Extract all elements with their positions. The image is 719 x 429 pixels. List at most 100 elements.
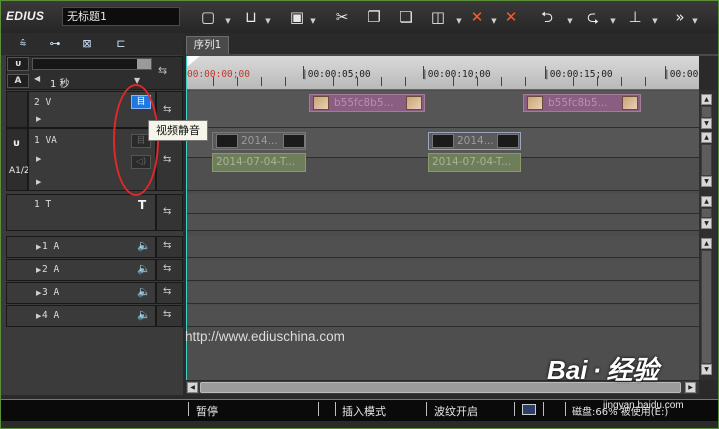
new-project-icon[interactable]: ▢: [197, 6, 219, 28]
save-dropdown[interactable]: ▼: [309, 16, 317, 26]
sync-icon[interactable]: ⇆: [163, 240, 171, 251]
clip-v2-1[interactable]: b55fc8b5...: [309, 94, 425, 112]
scrollbar-track[interactable]: [701, 106, 712, 118]
sync-icon[interactable]: ⇆: [163, 206, 171, 217]
expand-icon[interactable]: ▶: [36, 155, 41, 163]
delete-dropdown[interactable]: ▼: [490, 16, 498, 26]
group-icon[interactable]: ⊏: [108, 36, 134, 52]
zoom-slider-thumb[interactable]: [137, 59, 151, 69]
lane-a1[interactable]: [186, 236, 699, 258]
scroll-down-button[interactable]: ▼: [701, 176, 712, 187]
expand-icon[interactable]: ▶: [36, 115, 41, 123]
track-header-a4[interactable]: [6, 305, 156, 327]
track-header-a3[interactable]: [6, 282, 156, 304]
scroll-up-button[interactable]: ▲: [701, 132, 712, 143]
scrollbar-track[interactable]: [701, 250, 712, 364]
sync-icon[interactable]: ⇆: [158, 64, 167, 77]
audio-toggle-button[interactable]: A: [7, 74, 29, 88]
speaker-icon[interactable]: 🔈: [137, 285, 151, 298]
sync-icon[interactable]: ⇆: [163, 263, 171, 274]
lane-t1-sub[interactable]: [186, 214, 699, 231]
clip-v2-2[interactable]: b55fc8b5...: [523, 94, 641, 112]
more-dropdown[interactable]: ▼: [691, 16, 699, 26]
marker-icon[interactable]: ⊥: [624, 6, 646, 28]
sync-icon[interactable]: ⇆: [163, 309, 171, 320]
copy-icon[interactable]: ❐: [363, 6, 385, 28]
ripple-delete-icon[interactable]: ✕: [500, 6, 522, 28]
track-header-a2[interactable]: [6, 259, 156, 281]
status-insert-mode[interactable]: 插入模式: [342, 403, 386, 419]
track-name-va1: 1 VA: [34, 135, 57, 146]
lane-t1[interactable]: [186, 194, 699, 214]
open-icon[interactable]: ⊔: [240, 6, 262, 28]
scroll-left-button[interactable]: ◀: [187, 382, 198, 393]
lane-a3[interactable]: [186, 282, 699, 304]
scrollbar-track[interactable]: [701, 144, 712, 176]
clip-va1-audio-2[interactable]: 2014-07-04-T...: [428, 153, 521, 172]
new-project-dropdown[interactable]: ▼: [224, 16, 232, 26]
scroll-down-button[interactable]: ▼: [701, 218, 712, 229]
title-track-icon: T: [138, 198, 147, 212]
scrollbar-track[interactable]: [701, 208, 712, 218]
scale-left-icon[interactable]: ◀: [34, 74, 40, 83]
sync-icon[interactable]: ⇆: [163, 286, 171, 297]
redo-dropdown[interactable]: ▼: [609, 16, 617, 26]
speaker-icon[interactable]: 🔈: [137, 308, 151, 321]
timecode-label: |00:00:15;00: [544, 69, 613, 80]
redo-icon[interactable]: ⮎: [582, 6, 604, 28]
ruler-tick: [261, 77, 262, 86]
replace-dropdown[interactable]: ▼: [455, 16, 463, 26]
project-name-field[interactable]: 无标题1: [62, 7, 180, 26]
status-separator: [514, 402, 515, 416]
cut-icon[interactable]: ✂: [331, 6, 353, 28]
clip-va1-video-1[interactable]: 2014...: [212, 132, 306, 150]
expand-icon[interactable]: ▶: [36, 289, 41, 297]
scroll-down-button[interactable]: ▼: [701, 364, 712, 375]
sync-icon[interactable]: ⇆: [163, 154, 171, 165]
sync-icon[interactable]: ⇆: [163, 104, 171, 115]
zoom-slider[interactable]: [32, 58, 152, 70]
marker-dropdown[interactable]: ▼: [651, 16, 659, 26]
track-header-t1[interactable]: [6, 194, 156, 231]
ripple-icon[interactable]: ⊠: [74, 36, 100, 52]
speaker-icon[interactable]: 🔈: [137, 239, 151, 252]
audio-patch-label[interactable]: A1/2: [9, 166, 30, 176]
paste-icon[interactable]: ❏: [395, 6, 417, 28]
expand-audio-icon[interactable]: ▶: [36, 178, 41, 186]
scroll-down-button[interactable]: ▼: [701, 118, 712, 129]
clip-va1-audio-1[interactable]: 2014-07-04-T...: [212, 153, 306, 172]
tab-sequence1[interactable]: 序列1: [186, 36, 229, 55]
undo-dropdown[interactable]: ▼: [566, 16, 574, 26]
save-icon[interactable]: ▣: [286, 6, 308, 28]
scroll-up-button[interactable]: ▲: [701, 238, 712, 249]
replace-icon[interactable]: ◫: [427, 6, 449, 28]
track-name-a2: 2 A: [42, 264, 60, 275]
track-header-a1[interactable]: [6, 236, 156, 258]
speaker-icon[interactable]: 🔈: [137, 262, 151, 275]
scroll-up-button[interactable]: ▲: [701, 196, 712, 207]
add-track-icon[interactable]: ⩯: [10, 36, 36, 52]
expand-icon[interactable]: ▶: [36, 266, 41, 274]
undo-icon[interactable]: ⮌: [536, 6, 558, 28]
mixer-toggle-button[interactable]: ᴜ: [7, 57, 29, 71]
clip-label: 2014...: [457, 135, 494, 147]
monitor-icon[interactable]: [522, 404, 536, 415]
delete-icon[interactable]: ✕: [466, 6, 488, 28]
lane-a4[interactable]: [186, 305, 699, 327]
clip-va1-video-2[interactable]: 2014...: [428, 132, 521, 150]
more-icon[interactable]: »: [669, 6, 691, 28]
status-separator: [335, 402, 336, 416]
status-ripple[interactable]: 波纹开启: [434, 403, 478, 419]
scroll-up-button[interactable]: ▲: [701, 94, 712, 105]
expand-icon[interactable]: ▶: [36, 243, 41, 251]
app-logo: EDIUS: [6, 9, 45, 23]
timecode-label: |00:00: [664, 69, 699, 80]
delete-track-icon[interactable]: ⊶: [42, 36, 68, 52]
video-patch-icon[interactable]: ᴜ: [13, 138, 19, 149]
expand-icon[interactable]: ▶: [36, 312, 41, 320]
playhead-marker-icon[interactable]: [186, 56, 200, 66]
open-dropdown[interactable]: ▼: [264, 16, 272, 26]
lane-a2[interactable]: [186, 259, 699, 281]
scroll-right-button[interactable]: ▶: [685, 382, 696, 393]
ruler-tick: [645, 77, 646, 86]
